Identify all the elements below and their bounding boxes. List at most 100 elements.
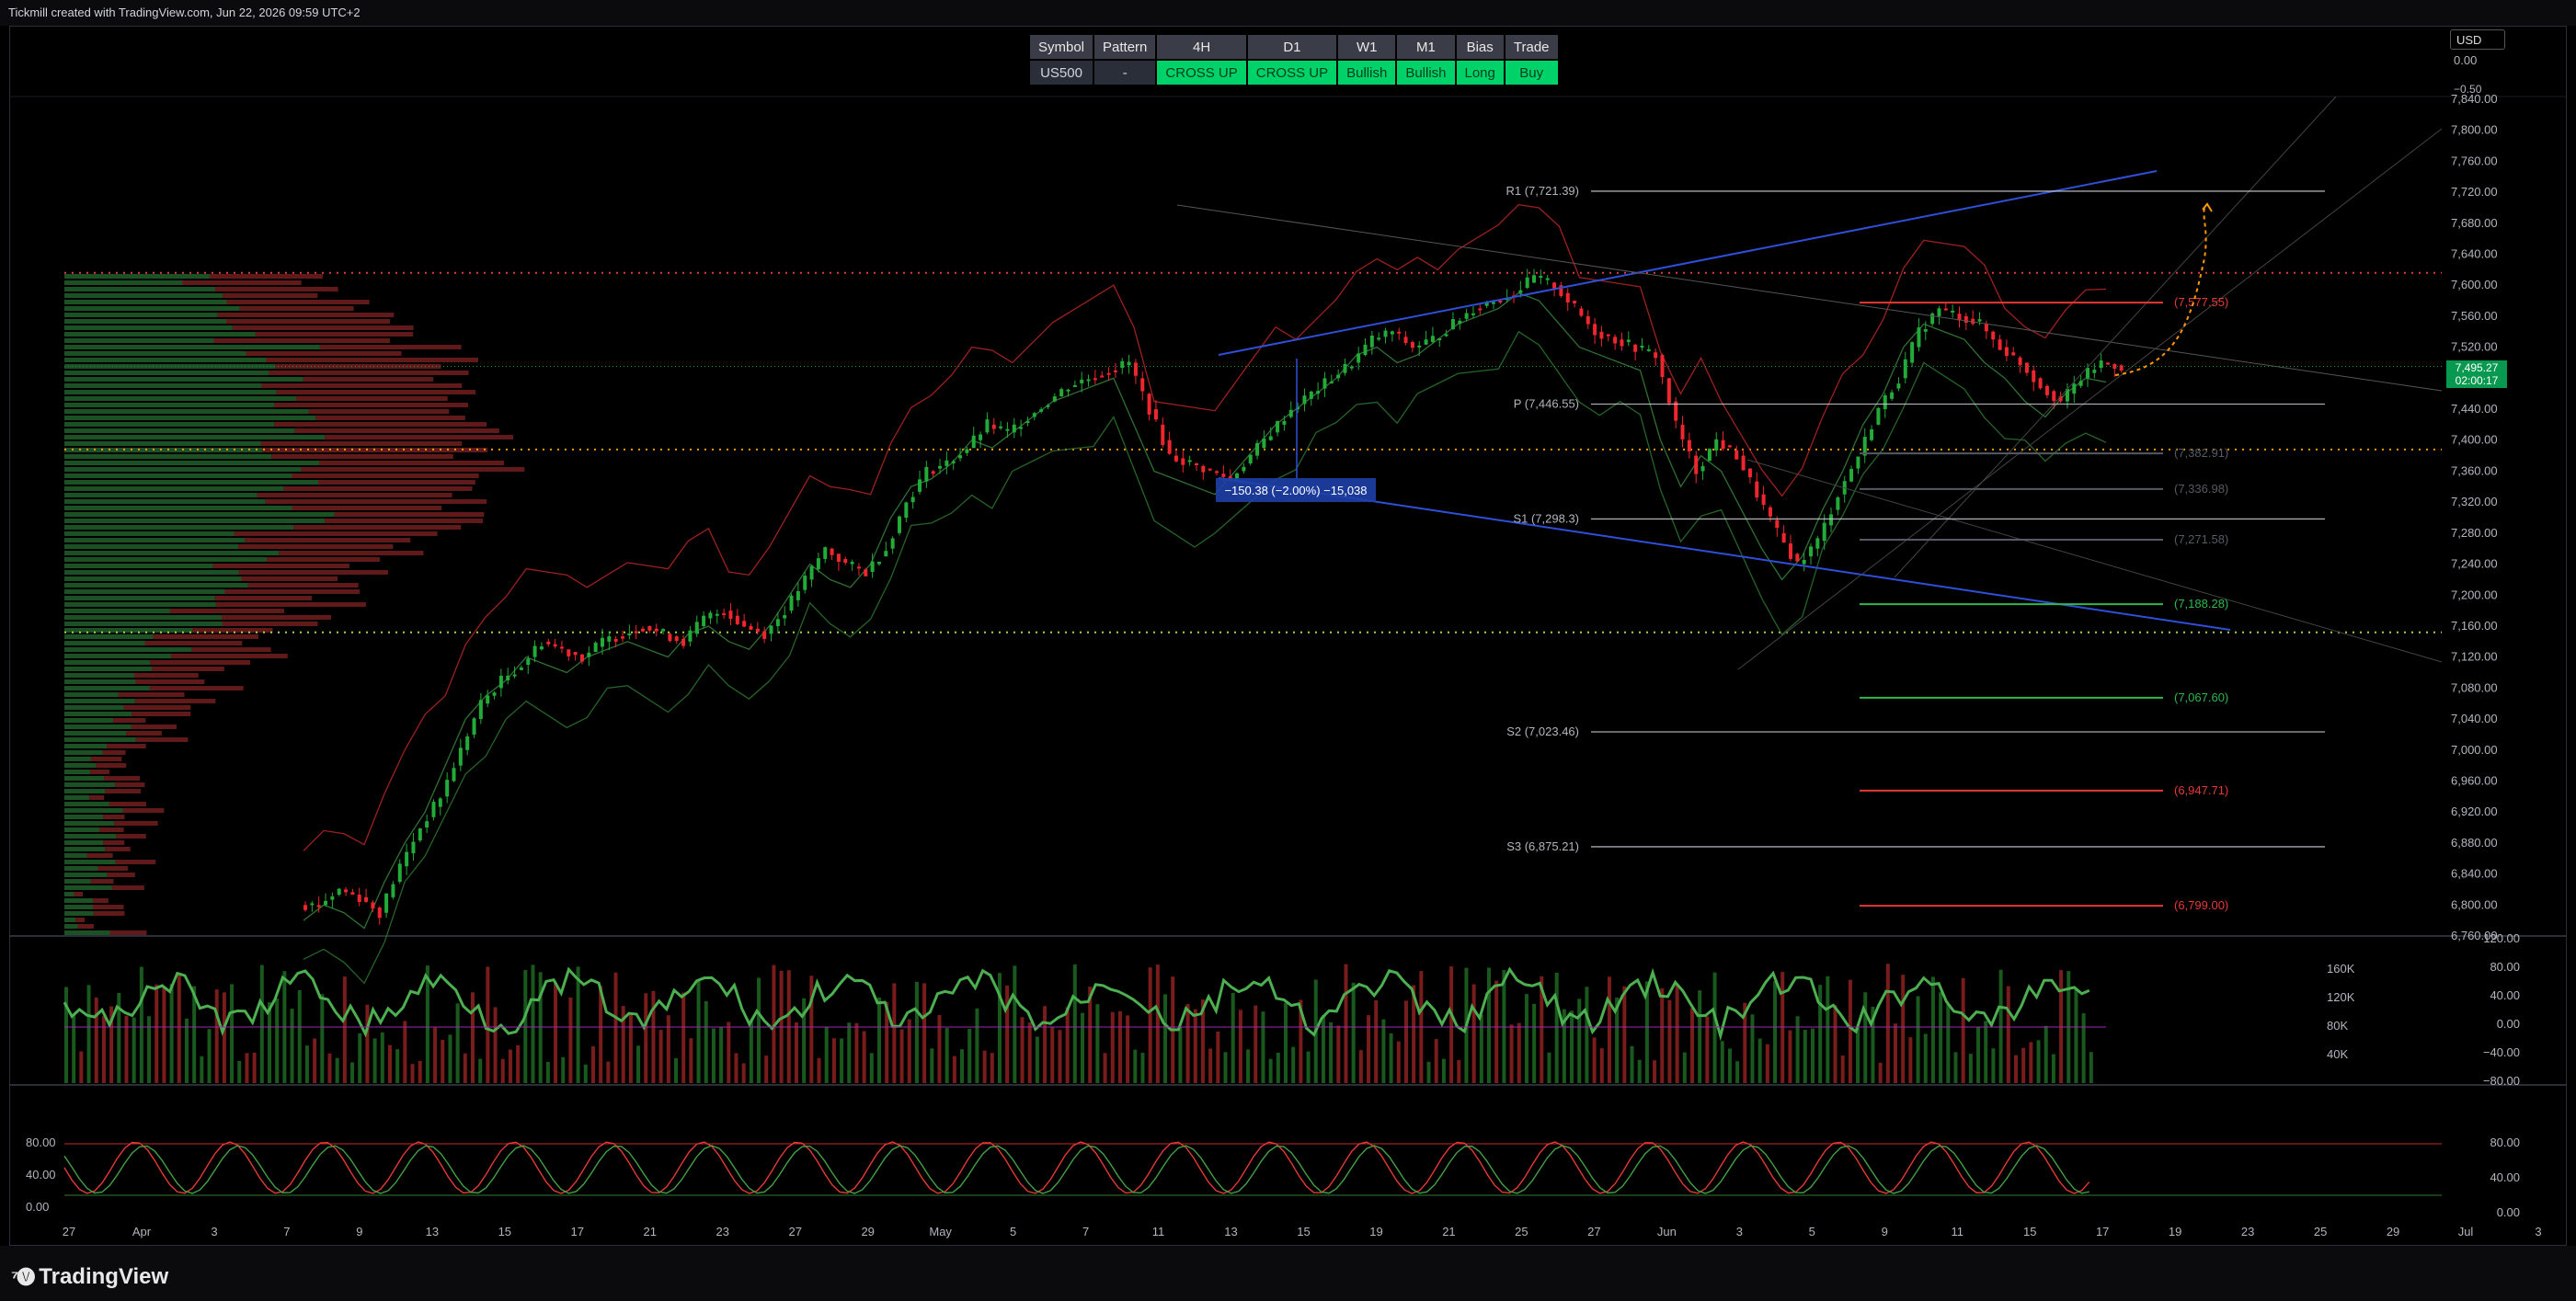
volume-bar	[531, 964, 535, 1083]
candle-body	[1066, 389, 1070, 392]
candle-body	[1491, 302, 1495, 304]
volume-profile-bar-buy	[64, 519, 326, 523]
volume-bar	[290, 1009, 294, 1083]
volume-profile-bar-buy	[64, 564, 213, 568]
volume-profile-bar-sell	[126, 731, 162, 736]
chart-canvas[interactable]: 7,840.007,800.007,760.007,720.007,680.00…	[0, 0, 2576, 1301]
candle-body	[1856, 456, 1860, 469]
candle-body	[1174, 455, 1178, 462]
volume-bar	[727, 1021, 731, 1083]
candle-body	[371, 902, 375, 909]
volume-bar	[1930, 976, 1935, 1083]
volume-bar	[1321, 1015, 1325, 1083]
candle-body	[1268, 436, 1273, 440]
level-label: (7,577.55)	[2174, 295, 2228, 309]
time-axis-tick: 13	[426, 1225, 439, 1238]
volume-profile-bar-buy	[64, 364, 276, 369]
volume-profile-bar-sell	[318, 480, 475, 485]
volume-bar	[1471, 984, 1476, 1083]
level-label: (6,799.00)	[2174, 898, 2228, 912]
volume-profile-bar-buy	[64, 782, 116, 787]
candle-body	[1302, 395, 1307, 405]
volume-bar	[1396, 1041, 1401, 1083]
volume-profile-bar-buy	[64, 718, 114, 723]
brand-name: TradingView	[39, 1264, 169, 1289]
time-axis-tick: 13	[1224, 1225, 1237, 1238]
volume-profile-bar-buy	[64, 428, 295, 433]
candle-body	[1747, 468, 1752, 478]
volume-profile-bar-sell	[132, 712, 191, 716]
candle-body	[1802, 560, 1806, 565]
volume-profile-bar-sell	[152, 667, 224, 671]
volume-bar	[1622, 986, 1627, 1083]
volume-profile-bar-buy	[64, 589, 225, 594]
volume-bar	[1374, 1000, 1379, 1083]
volume-bar	[568, 997, 573, 1083]
scale-tick: 0.00	[2454, 53, 2477, 67]
candle-body	[330, 896, 335, 900]
candle-body	[924, 466, 929, 482]
volume-profile-bar-sell	[292, 506, 442, 510]
volume-bar	[1592, 1037, 1597, 1083]
currency-button[interactable]: USD	[2450, 29, 2505, 50]
candle-body	[1687, 439, 1691, 452]
volume-profile-bar-sell	[255, 332, 414, 337]
time-axis-tick: 27	[788, 1225, 801, 1238]
volume-profile-bar-sell	[96, 763, 127, 768]
candle-body	[1917, 327, 1921, 348]
candle-body	[1883, 395, 1887, 410]
trend-line	[1746, 459, 2443, 663]
candle-body	[1052, 396, 1057, 402]
volume-profile-bar-buy	[64, 506, 292, 510]
candle-body	[1276, 421, 1280, 433]
volume-bar	[72, 1014, 76, 1083]
stoch-axis-tick: 80.00	[2490, 1136, 2520, 1149]
volume-bar	[674, 1057, 678, 1083]
candle-body	[1059, 389, 1064, 396]
volume-profile-bar-buy	[64, 815, 104, 819]
volume-bar	[892, 983, 897, 1083]
brand-logo[interactable]: ⁷🅥 TradingView	[11, 1262, 168, 1290]
candle-body	[1552, 282, 1557, 289]
candle-body	[641, 628, 646, 632]
volume-profile-bar-buy	[64, 596, 215, 600]
volume-profile-bar-buy	[64, 930, 110, 935]
volume-bar	[1426, 1061, 1431, 1083]
volume-bar	[455, 1003, 460, 1083]
time-axis-tick: 5	[1010, 1225, 1016, 1238]
volume-profile-bar-sell	[325, 435, 513, 439]
time-axis-tick: 23	[2241, 1225, 2254, 1238]
candle-body	[324, 900, 328, 906]
volume-profile-bar-sell	[247, 583, 359, 588]
volume-profile-bar-buy	[64, 705, 124, 710]
volume-bar	[177, 975, 181, 1083]
candle-body	[2032, 370, 2036, 382]
volume-bar	[1223, 1052, 1228, 1083]
candle-body	[1093, 378, 1097, 381]
candle-body	[1316, 391, 1321, 394]
volume-bar	[922, 983, 927, 1083]
volume-bar	[1058, 1030, 1062, 1083]
volume-profile-bar-sell	[224, 589, 361, 594]
candle-body	[654, 628, 658, 632]
volume-bar	[554, 982, 558, 1083]
volume-bar	[590, 1046, 595, 1083]
volume-bar	[184, 1018, 189, 1083]
candle-body	[1181, 458, 1185, 465]
volume-profile-bar-sell	[131, 725, 177, 729]
volume-bar	[1434, 1039, 1438, 1083]
volume-bar	[372, 1038, 377, 1083]
volume-bar	[1653, 1060, 1657, 1083]
volume-bar	[1524, 994, 1528, 1083]
volume-profile-bar-buy	[64, 885, 112, 890]
volume-bar	[1005, 985, 1010, 1083]
candle-body	[1403, 337, 1408, 343]
candle-body	[1870, 428, 1874, 440]
price-axis-tick: 7,000.00	[2451, 743, 2498, 757]
volume-bar	[1103, 1053, 1107, 1083]
volume-bar	[666, 1015, 670, 1083]
volume-profile-bar-buy	[64, 667, 153, 671]
volume-bar	[975, 1008, 979, 1083]
candle-body	[567, 649, 571, 656]
candle-body	[938, 465, 943, 469]
